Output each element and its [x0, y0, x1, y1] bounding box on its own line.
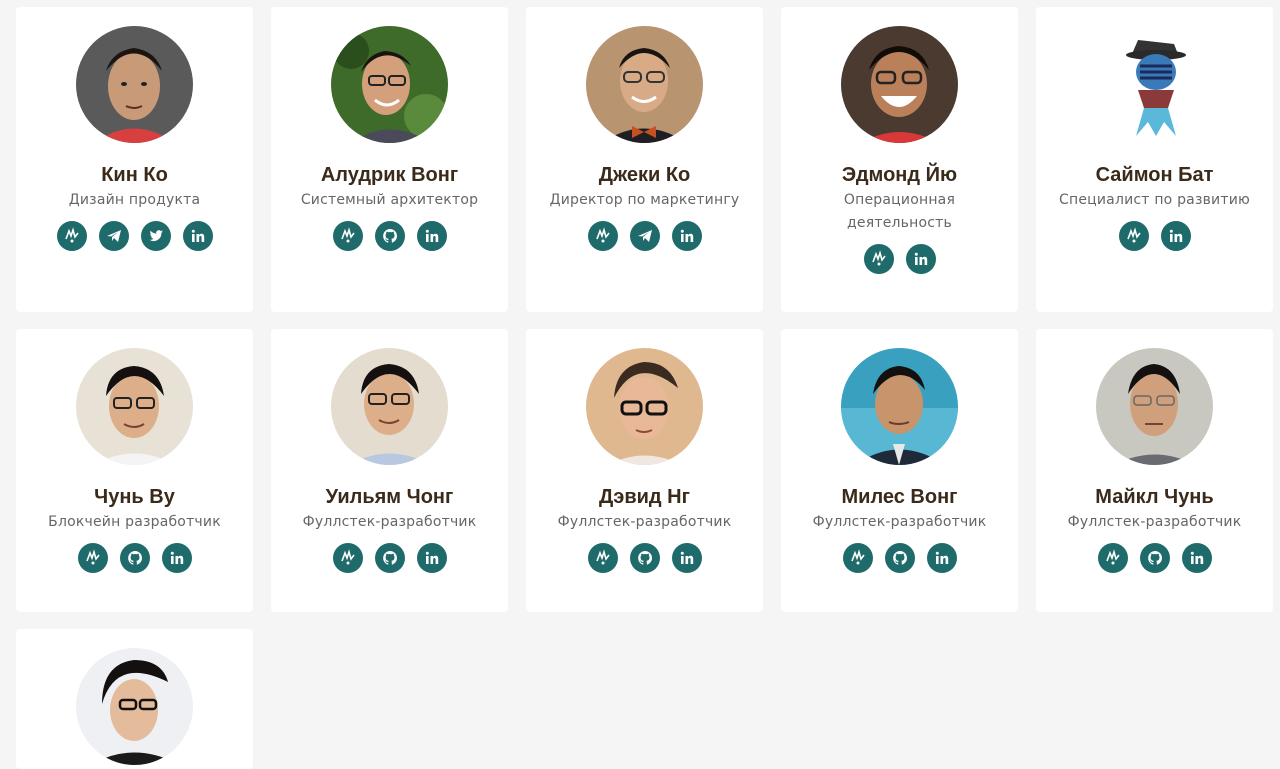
jumpstart-icon[interactable]: [332, 221, 363, 251]
member-role: Операционная деятельность: [843, 192, 956, 231]
member-role: Фуллстек-разработчик: [557, 514, 732, 530]
avatar: [331, 348, 448, 465]
team-card: Майкл Чунь Фуллстек-разработчик: [1036, 329, 1273, 612]
linkedin-icon[interactable]: [671, 221, 702, 251]
jumpstart-icon[interactable]: [77, 543, 108, 573]
team-card: Милес Вонг Фуллстек-разработчик: [781, 329, 1018, 612]
avatar: [841, 348, 958, 465]
jumpstart-icon[interactable]: [587, 543, 618, 573]
member-name: Алудрик Вонг: [320, 164, 459, 186]
avatar: [1096, 348, 1213, 465]
member-name: Дэвид Нг: [599, 486, 690, 508]
social-links: [587, 543, 702, 573]
team-card: Чунь Ву Блокчейн разработчик: [16, 329, 253, 612]
member-role: Фуллстек-разработчик: [812, 514, 987, 530]
member-role: Специалист по развитию: [1059, 192, 1250, 208]
linkedin-icon[interactable]: [161, 543, 192, 573]
member-name: Эдмонд Йю: [841, 164, 958, 186]
team-grid: Кин Ко Дизайн продукта Алудрик Вонг Сист…: [16, 7, 1273, 769]
social-links: [332, 543, 447, 573]
team-card: Алудрик Вонг Системный архитектор: [271, 7, 508, 312]
linkedin-icon[interactable]: [416, 221, 447, 251]
jumpstart-icon[interactable]: [1097, 543, 1128, 573]
member-name: Милес Вонг: [841, 486, 958, 508]
avatar: [331, 26, 448, 143]
member-role: Блокчейн разработчик: [48, 514, 221, 530]
jumpstart-icon[interactable]: [1118, 221, 1149, 251]
jumpstart-icon[interactable]: [56, 221, 87, 251]
github-icon[interactable]: [884, 543, 915, 573]
linkedin-icon[interactable]: [182, 221, 213, 251]
linkedin-icon[interactable]: [1181, 543, 1212, 573]
member-name: Майкл Чунь: [1095, 486, 1214, 508]
member-name: Уильям Чонг: [325, 486, 454, 508]
team-card: Эдмонд Йю Операционная деятельность: [781, 7, 1018, 312]
avatar: [1096, 26, 1213, 143]
member-role: Фуллстек-разработчик: [302, 514, 477, 530]
github-icon[interactable]: [119, 543, 150, 573]
jumpstart-icon[interactable]: [863, 244, 894, 274]
jumpstart-icon[interactable]: [332, 543, 363, 573]
team-card: [16, 629, 253, 769]
member-name: Джеки Ко: [598, 164, 691, 186]
team-card: Джеки Ко Директор по маркетингу: [526, 7, 763, 312]
member-role: Дизайн продукта: [68, 192, 201, 208]
team-card: Кин Ко Дизайн продукта: [16, 7, 253, 312]
github-icon[interactable]: [374, 221, 405, 251]
linkedin-icon[interactable]: [926, 543, 957, 573]
github-icon[interactable]: [629, 543, 660, 573]
telegram-icon[interactable]: [98, 221, 129, 251]
linkedin-icon[interactable]: [671, 543, 702, 573]
avatar: [586, 348, 703, 465]
social-links: [587, 221, 702, 251]
social-links: [863, 244, 936, 274]
avatar: [841, 26, 958, 143]
member-name: Кин Ко: [101, 164, 168, 186]
jumpstart-icon[interactable]: [842, 543, 873, 573]
team-card: Саймон Бат Специалист по развитию: [1036, 7, 1273, 312]
github-icon[interactable]: [1139, 543, 1170, 573]
linkedin-icon[interactable]: [905, 244, 936, 274]
telegram-icon[interactable]: [629, 221, 660, 251]
linkedin-icon[interactable]: [1160, 221, 1191, 251]
linkedin-icon[interactable]: [416, 543, 447, 573]
social-links: [1118, 221, 1191, 251]
member-name: Саймон Бат: [1095, 164, 1214, 186]
social-links: [56, 221, 213, 251]
github-icon[interactable]: [374, 543, 405, 573]
team-card: Дэвид Нг Фуллстек-разработчик: [526, 329, 763, 612]
jumpstart-icon[interactable]: [587, 221, 618, 251]
avatar: [76, 26, 193, 143]
social-links: [1097, 543, 1212, 573]
member-role: Директор по маркетингу: [549, 192, 740, 208]
social-links: [77, 543, 192, 573]
member-role: Фуллстек-разработчик: [1067, 514, 1242, 530]
team-card: Уильям Чонг Фуллстек-разработчик: [271, 329, 508, 612]
social-links: [842, 543, 957, 573]
twitter-icon[interactable]: [140, 221, 171, 251]
avatar: [76, 348, 193, 465]
social-links: [332, 221, 447, 251]
member-name: Чунь Ву: [94, 486, 175, 508]
avatar: [76, 648, 193, 765]
member-role: Системный архитектор: [300, 192, 479, 208]
avatar: [586, 26, 703, 143]
